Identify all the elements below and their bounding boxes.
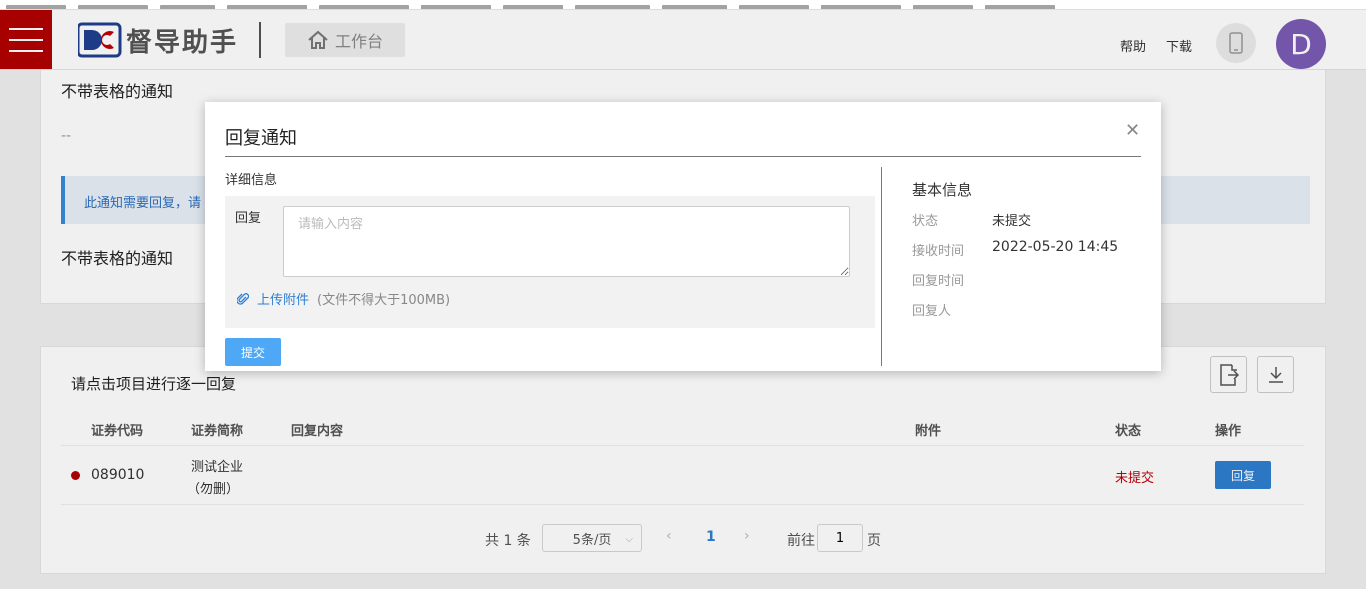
basic-info-title: 基本信息 [912,181,973,199]
status-value: 未提交 [992,214,1032,229]
upload-row: 上传附件 (文件不得大于100MB) [237,289,450,308]
submit-button[interactable]: 提交 [225,338,281,366]
dialog-column-divider [881,167,882,366]
dialog-title-divider [225,156,1141,157]
reply-dialog: 回复通知 ✕ 详细信息 回复 上传附件 (文件不得大于100MB) 提交 基本信… [205,102,1161,371]
details-section-label: 详细信息 [225,173,278,188]
dialog-title: 回复通知 [225,128,297,149]
reply-field-label: 回复 [235,211,262,226]
paperclip-icon [237,292,249,305]
close-icon[interactable]: ✕ [1125,122,1140,140]
received-time-key: 接收时间 [912,244,965,259]
upload-size-hint: (文件不得大于100MB) [317,293,451,308]
browser-bookmarks-bar [0,0,1366,10]
reply-time-key: 回复时间 [912,274,965,289]
status-key: 状态 [912,214,939,229]
upload-attachment-link[interactable]: 上传附件 [257,289,309,308]
reply-textarea[interactable] [283,206,850,277]
received-time-value: 2022-05-20 14:45 [992,239,1119,255]
replier-key: 回复人 [912,304,952,319]
